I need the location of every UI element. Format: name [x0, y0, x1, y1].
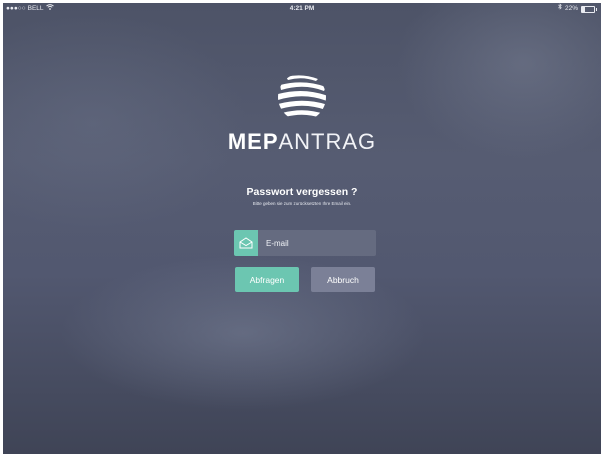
- battery-icon: [581, 5, 597, 13]
- brand-part-light: ANTRAG: [278, 129, 377, 154]
- brand-part-bold: MEP: [227, 129, 279, 154]
- app-screen: ●●●○○ BELL 4:21 PM 22% MEPANTRAG Passwor…: [3, 3, 601, 454]
- status-right: 22%: [558, 3, 597, 15]
- email-field: [234, 230, 376, 256]
- envelope-icon: [234, 230, 258, 256]
- page-instructions: Bitte geben sie zum zurücksetzten Ihre E…: [252, 201, 352, 206]
- status-time: 4:21 PM: [289, 5, 315, 12]
- battery-percent: 22%: [564, 5, 578, 12]
- cancel-button[interactable]: Abbruch: [311, 267, 375, 292]
- striped-globe-icon: [276, 71, 328, 123]
- status-bar: ●●●○○ BELL 4:21 PM 22%: [3, 3, 601, 15]
- brand-wordmark: MEPANTRAG: [3, 129, 601, 155]
- email-input[interactable]: [258, 230, 376, 256]
- battery-level: [582, 6, 585, 12]
- bluetooth-icon: [558, 3, 562, 15]
- page-title: Passwort vergessen ?: [246, 186, 358, 198]
- submit-button[interactable]: Abfragen: [235, 267, 299, 292]
